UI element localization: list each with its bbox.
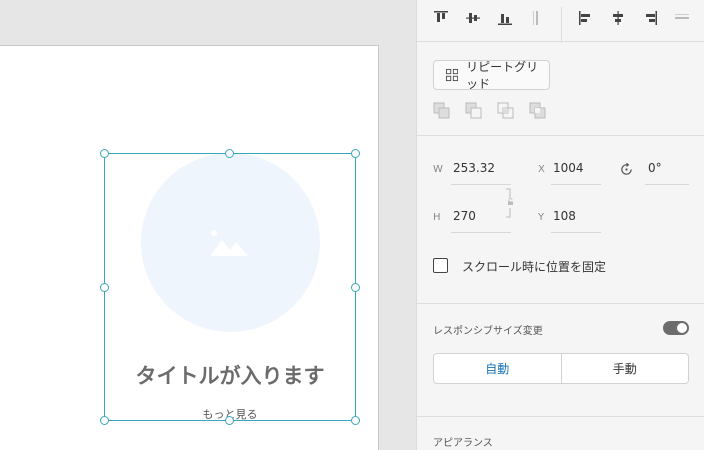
width-label: W (433, 164, 443, 175)
add-shape-icon[interactable] (433, 102, 451, 120)
align-center-button[interactable] (607, 7, 629, 29)
separator (417, 135, 704, 136)
width-input[interactable]: 253.32 (453, 161, 495, 175)
align-toolbar (417, 7, 704, 43)
exclude-shape-icon[interactable] (529, 102, 547, 120)
distribute-vertical-icon (533, 11, 538, 25)
handle-middle-left[interactable] (100, 283, 109, 292)
separator (417, 41, 704, 42)
intersect-shape-icon[interactable] (497, 102, 515, 120)
y-input[interactable]: 108 (553, 209, 576, 223)
appearance-section-label[interactable]: アピアランス (433, 434, 493, 449)
repeat-grid-label: リピートグリッド (466, 60, 539, 91)
handle-top-left[interactable] (100, 149, 109, 158)
align-right-icon (646, 11, 657, 25)
align-left-button[interactable] (575, 7, 597, 29)
handle-bottom-right[interactable] (351, 416, 360, 425)
align-top-icon (434, 11, 448, 22)
lock-aspect-icon[interactable] (505, 178, 515, 228)
property-inspector: リピートグリッド W 253.32 X 1004 0° H 270 Y 108 … (416, 0, 704, 450)
y-label: Y (538, 212, 545, 223)
resize-mode-segmented-control: 自動 手動 (433, 353, 689, 384)
fix-position-label[interactable]: スクロール時に位置を固定 (462, 258, 606, 275)
y-underline (551, 232, 601, 233)
x-label: X (538, 164, 545, 175)
x-input[interactable]: 1004 (553, 161, 584, 175)
handle-middle-right[interactable] (351, 283, 360, 292)
align-middle-button[interactable] (462, 7, 484, 29)
align-top-button[interactable] (430, 7, 452, 29)
resize-mode-auto[interactable]: 自動 (434, 354, 561, 383)
rotation-input[interactable]: 0° (648, 161, 662, 175)
align-middle-icon (466, 13, 480, 23)
height-label: H (433, 212, 441, 223)
handle-top-right[interactable] (351, 149, 360, 158)
handle-bottom-center[interactable] (225, 416, 234, 425)
height-underline (451, 232, 511, 233)
distribute-horizontal-icon (675, 14, 689, 19)
align-left-icon (579, 11, 590, 25)
subtract-shape-icon[interactable] (465, 102, 483, 120)
toggle-knob (677, 323, 687, 333)
selection-box[interactable] (104, 153, 356, 421)
separator (417, 416, 704, 417)
repeat-grid-button[interactable]: リピートグリッド (433, 60, 550, 91)
responsive-resize-toggle[interactable] (663, 321, 689, 335)
handle-top-center[interactable] (225, 149, 234, 158)
width-underline (451, 184, 511, 185)
design-canvas[interactable]: タイトルが入ります もっと見る (0, 0, 416, 450)
align-center-icon (613, 11, 623, 25)
align-right-button[interactable] (639, 7, 661, 29)
toolbar-divider (561, 7, 562, 43)
responsive-resize-label: レスポンシブサイズ変更 (433, 326, 543, 337)
repeat-grid-icon (446, 68, 459, 82)
distribute-vertical-button[interactable] (526, 7, 548, 29)
distribute-horizontal-button[interactable] (671, 7, 693, 29)
handle-bottom-left[interactable] (100, 416, 109, 425)
height-input[interactable]: 270 (453, 209, 476, 223)
align-bottom-icon (498, 14, 512, 25)
align-bottom-button[interactable] (494, 7, 516, 29)
resize-mode-manual[interactable]: 手動 (560, 354, 689, 383)
separator (417, 303, 704, 304)
rotate-icon (621, 162, 632, 175)
x-underline (551, 184, 601, 185)
rotation-underline (645, 184, 689, 185)
fix-position-checkbox[interactable] (433, 258, 448, 273)
